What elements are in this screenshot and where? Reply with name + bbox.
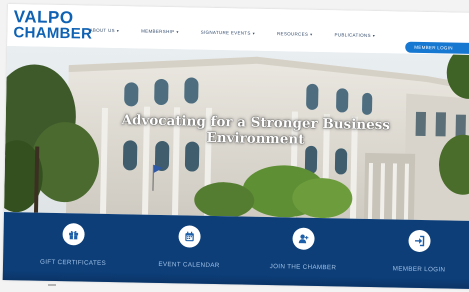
nav-item-resources[interactable]: RESOURCES ▾	[277, 31, 313, 37]
nav-item-label: RESOURCES	[276, 31, 309, 37]
login-icon	[408, 229, 431, 253]
quick-link-join-the-chamber[interactable]: JOIN THE CHAMBER	[253, 227, 354, 272]
nav-item-about-us[interactable]: ABOUT US ▾	[89, 28, 119, 34]
nav-item-label: ABOUT US	[89, 27, 115, 34]
valpo-chamber-logo[interactable]: VALPO CHAMBER	[13, 7, 93, 43]
browser-page: VALPO CHAMBER ABOUT US ▾ MEMBERSHIP ▾ SIGN…	[2, 4, 469, 290]
logo-line-2: CHAMBER	[13, 24, 93, 43]
hero-banner: Advocating for a Stronger Business Envir…	[4, 45, 469, 222]
gift-icon	[62, 223, 85, 246]
chevron-down-icon: ▾	[252, 30, 256, 36]
nav-item-signature-events[interactable]: SIGNATURE EVENTS ▾	[201, 30, 255, 36]
quick-link-gift-certificates[interactable]: GIFT CERTIFICATES	[23, 222, 124, 267]
quick-links-band: GIFT CERTIFICATES EVENT CALENDAR JOIN TH…	[2, 211, 469, 290]
chevron-down-icon: ▾	[310, 31, 313, 37]
page-mark	[48, 284, 56, 286]
nav-item-membership[interactable]: MEMBERSHIP ▾	[141, 29, 179, 35]
quick-link-label: MEMBER LOGIN	[392, 265, 446, 274]
nav-item-label: PUBLICATIONS	[334, 32, 371, 38]
quick-link-member-login[interactable]: MEMBER LOGIN	[369, 229, 469, 274]
quick-link-label: EVENT CALENDAR	[158, 260, 220, 270]
chevron-down-icon: ▾	[176, 29, 179, 35]
member-login-button[interactable]: MEMBER LOGIN	[405, 41, 469, 55]
quick-link-label: GIFT CERTIFICATES	[39, 258, 107, 267]
calendar-icon	[178, 225, 201, 248]
main-nav: ABOUT US ▾ MEMBERSHIP ▾ SIGNATURE EVENTS ▾ …	[89, 28, 397, 39]
quick-link-label: JOIN THE CHAMBER	[269, 263, 337, 272]
add-user-icon	[292, 227, 315, 250]
nav-item-label: MEMBERSHIP	[141, 28, 175, 35]
chevron-down-icon: ▾	[372, 33, 376, 39]
quick-link-event-calendar[interactable]: EVENT CALENDAR	[139, 225, 240, 270]
nav-item-label: SIGNATURE EVENTS	[200, 29, 251, 36]
chevron-down-icon: ▾	[116, 28, 120, 34]
nav-item-publications[interactable]: PUBLICATIONS ▾	[334, 32, 375, 38]
